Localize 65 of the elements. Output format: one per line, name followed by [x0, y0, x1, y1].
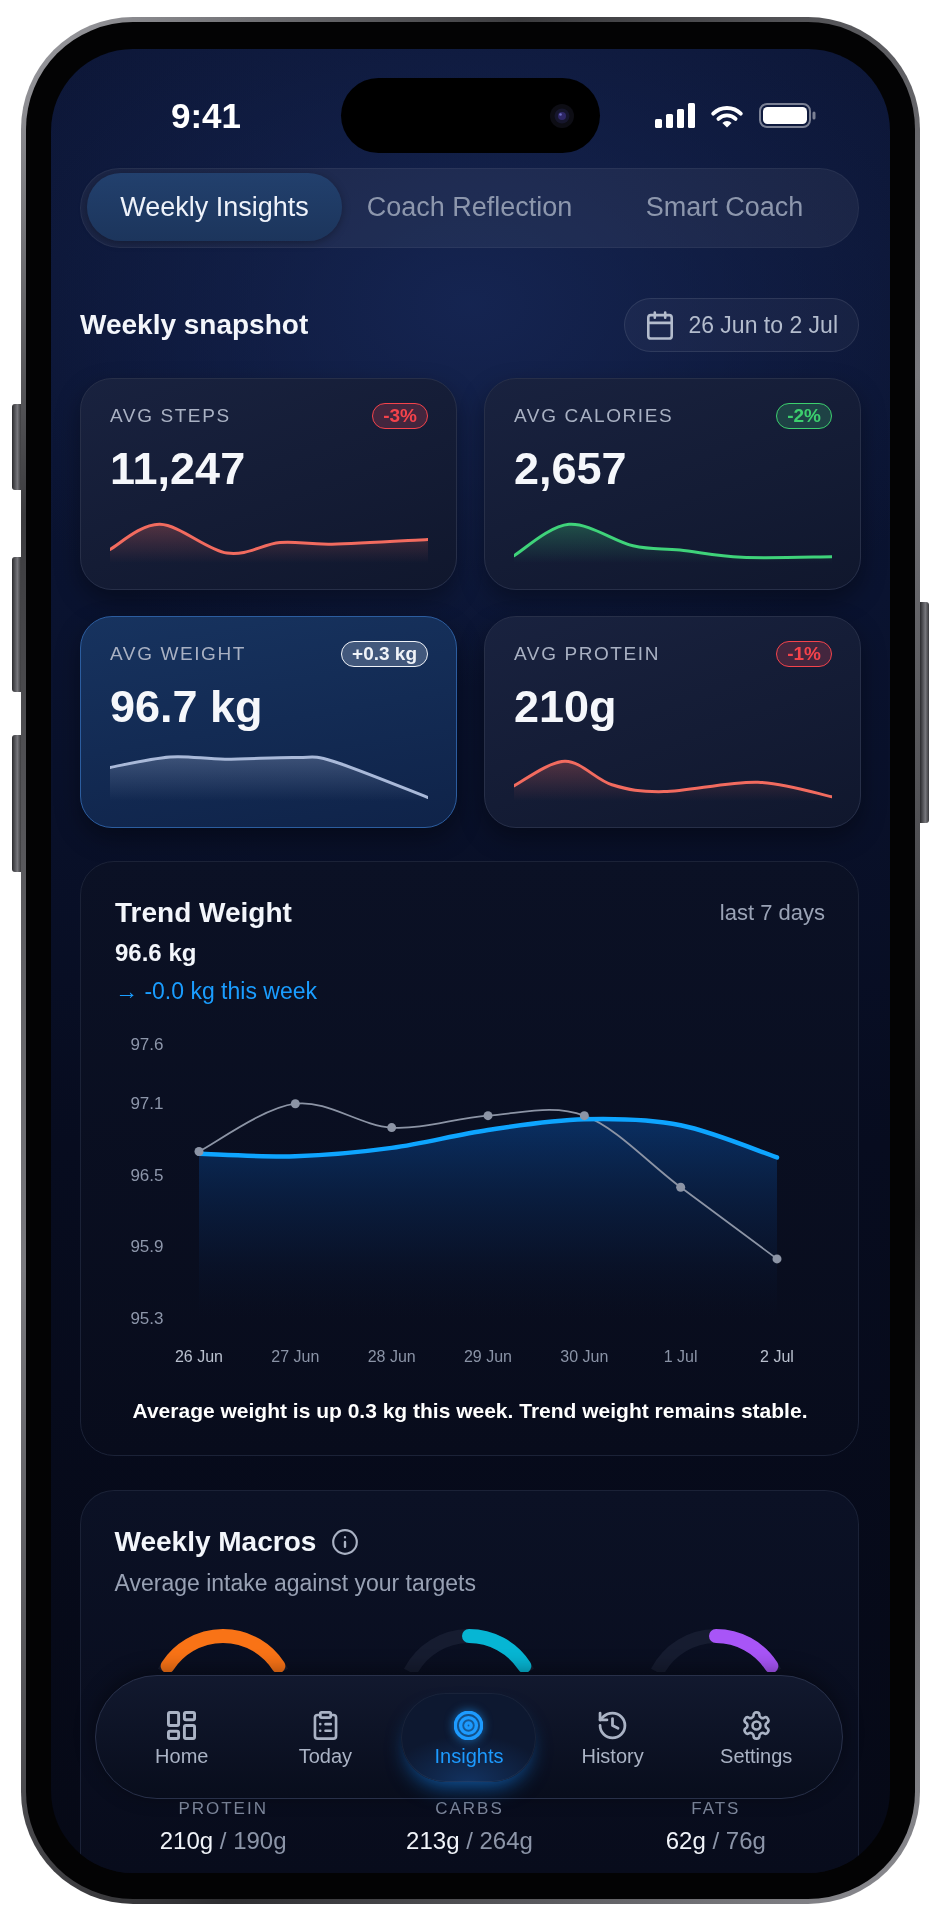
macro-value: 62g / 76g: [665, 1827, 766, 1854]
card-title: Trend Weight: [115, 897, 292, 929]
period-label: last 7 days: [719, 900, 825, 926]
metric-label: AVG WEIGHT: [110, 643, 246, 665]
status-time: 9:41: [170, 95, 242, 136]
change-badge: -1%: [776, 641, 832, 667]
segment-tab[interactable]: Weekly Insights: [87, 173, 342, 241]
x-axis-label: 26 Jun: [175, 1347, 223, 1365]
card-title: Weekly Macros: [114, 1526, 317, 1558]
nav-tab[interactable]: History: [545, 1692, 681, 1782]
wifi-icon: [709, 103, 744, 128]
x-axis-label: 28 Jun: [367, 1347, 416, 1365]
weekly-change: → -0.0 kg this week: [115, 978, 318, 1004]
nav-tab[interactable]: Today: [257, 1692, 393, 1782]
signal-icon: [654, 103, 695, 128]
metric-value: 96.7 kg: [110, 683, 264, 731]
data-point: [483, 1111, 493, 1121]
calendar-icon: [647, 310, 674, 340]
battery-icon: [758, 103, 816, 128]
y-axis-label: 95.9: [130, 1237, 164, 1257]
metric-value: 2,657: [514, 445, 628, 493]
x-axis-label: 29 Jun: [464, 1347, 512, 1365]
segment-tab[interactable]: Coach Reflection: [342, 173, 597, 241]
weight-value: 96.6 kg: [115, 939, 198, 967]
history-icon: [598, 1710, 628, 1740]
change-badge: +0.3 kg: [341, 641, 428, 667]
target-icon: [454, 1710, 484, 1740]
data-point: [194, 1146, 204, 1156]
x-axis-label: 2 Jul: [760, 1347, 794, 1365]
nav-tab[interactable]: Settings: [688, 1692, 824, 1782]
x-axis-label: 30 Jun: [560, 1347, 609, 1365]
grid-icon: [167, 1710, 197, 1740]
card-subtitle: Average intake against your targets: [114, 1570, 477, 1596]
segment-tab[interactable]: Smart Coach: [597, 173, 852, 241]
macro-value: 210g / 190g: [159, 1827, 287, 1854]
data-point: [290, 1099, 300, 1109]
data-point: [676, 1182, 686, 1192]
x-axis-label: 1 Jul: [663, 1347, 698, 1365]
macro-value: 213g / 264g: [406, 1827, 533, 1854]
metric-label: AVG CALORIES: [514, 405, 674, 427]
x-axis-label: 27 Jun: [271, 1347, 320, 1365]
y-axis-label: 95.3: [130, 1309, 164, 1329]
data-point: [387, 1123, 397, 1133]
date-range-button[interactable]: 26 Jun to 2 Jul: [624, 298, 859, 352]
y-axis-label: 96.5: [130, 1165, 164, 1185]
settings-icon: [741, 1710, 771, 1740]
change-badge: -2%: [776, 403, 832, 429]
summary-text: Average weight is up 0.3 kg this week. Trend weight remains stable.: [131, 1398, 809, 1424]
y-axis-label: 97.6: [130, 1034, 164, 1054]
metric-value: 11,247: [110, 445, 247, 493]
camera-lens-icon: [550, 103, 574, 128]
metric-label: AVG PROTEIN: [514, 643, 661, 665]
data-point: [772, 1254, 782, 1264]
y-axis-label: 97.1: [130, 1094, 164, 1114]
macro-label: CARBS: [435, 1799, 504, 1819]
metric-value: 210g: [514, 683, 618, 731]
macro-label: FATS: [691, 1799, 741, 1819]
metric-label: AVG STEPS: [110, 405, 231, 427]
data-point: [579, 1111, 589, 1121]
change-badge: -3%: [372, 403, 428, 429]
section-title: Weekly snapshot: [80, 309, 309, 341]
nav-tab[interactable]: Insights: [401, 1692, 537, 1782]
nav-tab[interactable]: Home: [114, 1692, 250, 1782]
macro-label: PROTEIN: [178, 1799, 268, 1819]
info-icon[interactable]: [332, 1529, 359, 1555]
